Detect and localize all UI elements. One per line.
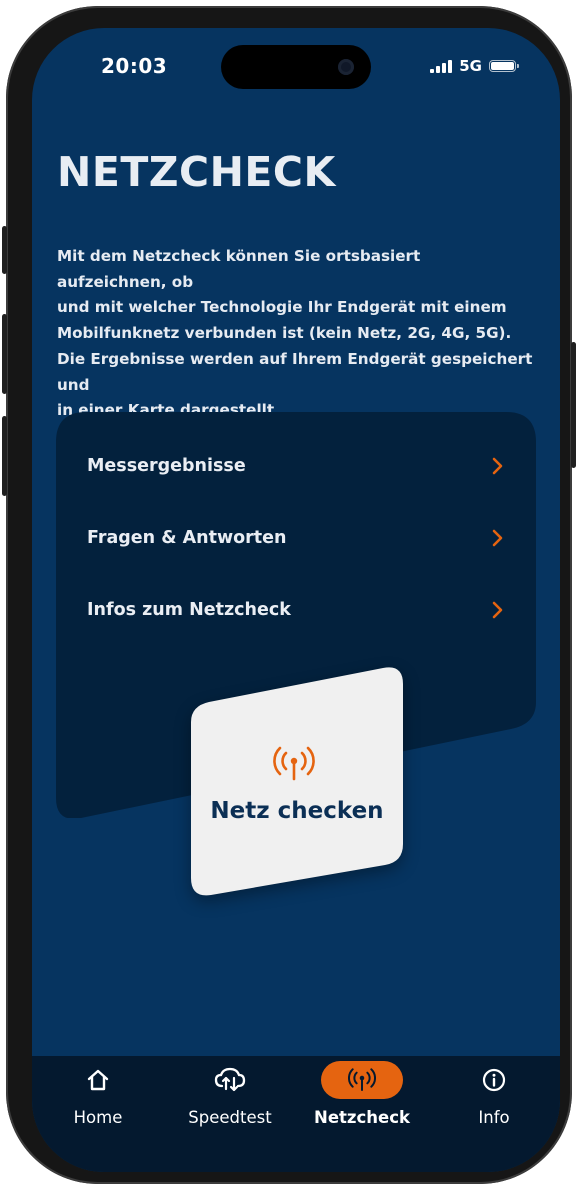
- intro-text: Mit dem Netzcheck können Sie ortsbasiert…: [57, 247, 533, 420]
- menu-item-label: Fragen & Antworten: [87, 528, 287, 548]
- tab-label: Speedtest: [188, 1108, 272, 1127]
- tab-icon-container: [453, 1061, 535, 1099]
- tab-icon-container: [189, 1061, 271, 1099]
- tab-icon-container: [57, 1061, 139, 1099]
- action-button: [2, 226, 7, 274]
- menu-item-infos-netzcheck[interactable]: Infos zum Netzcheck: [87, 590, 507, 630]
- tab-icon-container: [321, 1061, 403, 1099]
- netz-checken-button[interactable]: Netz checken: [189, 666, 405, 896]
- chevron-right-icon: [492, 457, 503, 475]
- antenna-icon: [348, 1068, 376, 1091]
- tab-info[interactable]: Info: [428, 1056, 560, 1172]
- chevron-right-icon: [492, 601, 503, 619]
- phone-frame: 20:03 5G NETZCHECK Mit dem Netzcheck kön…: [2, 6, 576, 1184]
- antenna-icon: [273, 746, 315, 781]
- menu-item-messergebnisse[interactable]: Messergebnisse: [87, 446, 507, 486]
- volume-down-button: [2, 416, 7, 496]
- tab-label: Home: [73, 1108, 123, 1127]
- front-camera: [338, 59, 354, 75]
- tab-speedtest[interactable]: Speedtest: [164, 1056, 296, 1172]
- menu-item-label: Infos zum Netzcheck: [87, 600, 291, 620]
- bottom-tab-bar: Home Speedtest Netzcheck Info: [32, 1056, 560, 1172]
- status-time: 20:03: [101, 54, 168, 78]
- menu-item-label: Messergebnisse: [87, 456, 246, 476]
- power-button: [571, 342, 576, 468]
- menu-item-fragen-antworten[interactable]: Fragen & Antworten: [87, 518, 507, 558]
- signal-strength-icon: [430, 59, 453, 73]
- status-indicators: 5G: [430, 57, 519, 75]
- network-type-label: 5G: [459, 57, 482, 75]
- tab-home[interactable]: Home: [32, 1056, 164, 1172]
- chevron-right-icon: [492, 529, 503, 547]
- netz-checken-label: Netz checken: [210, 798, 384, 824]
- cloud-speedtest-icon: [214, 1067, 246, 1092]
- app-screen: 20:03 5G NETZCHECK Mit dem Netzcheck kön…: [32, 28, 560, 1172]
- tab-label: Netzcheck: [314, 1108, 410, 1127]
- home-icon: [87, 1069, 109, 1091]
- battery-icon: [489, 60, 519, 72]
- page-title: NETZCHECK: [57, 148, 336, 196]
- tab-netzcheck[interactable]: Netzcheck: [296, 1056, 428, 1172]
- tab-label: Info: [478, 1108, 510, 1127]
- info-icon: [482, 1068, 506, 1092]
- volume-up-button: [2, 314, 7, 394]
